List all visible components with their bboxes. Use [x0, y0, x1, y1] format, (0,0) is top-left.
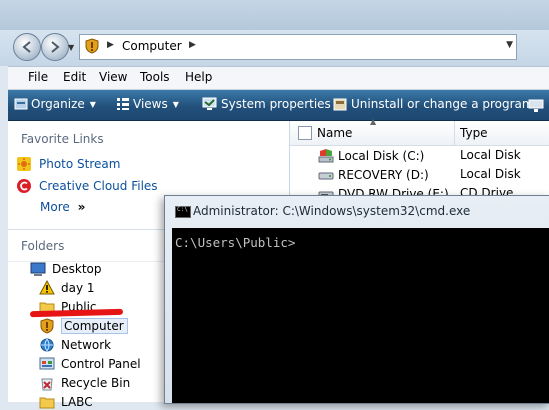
control-panel-icon	[39, 357, 55, 370]
favorite-link-photo-stream[interactable]: Photo Stream	[16, 156, 120, 172]
organize-label: Organize	[31, 97, 85, 111]
file-row-local-disk-c[interactable]: Local Disk (C:)	[318, 148, 424, 164]
menu-help[interactable]: Help	[185, 70, 212, 84]
column-separator[interactable]	[454, 121, 455, 145]
views-button[interactable]: Views ▼	[116, 97, 179, 115]
file-name-recovery-d: RECOVERY (D:)	[338, 168, 429, 182]
tree-label-network: Network	[61, 338, 112, 352]
desktop-icon	[30, 262, 46, 276]
menu-tools[interactable]: Tools	[140, 70, 170, 84]
cmd-window[interactable]: Administrator: C:\Windows\system32\cmd.e…	[164, 195, 549, 404]
column-header-name[interactable]: Name	[317, 126, 352, 140]
computer-shield-icon	[85, 38, 99, 54]
file-type: Local Disk	[460, 167, 521, 181]
tree-item-recycle-bin[interactable]: Recycle Bin	[39, 375, 130, 391]
file-name-local-disk-c: Local Disk (C:)	[338, 149, 425, 163]
menu-bar: File Edit View Tools Help	[8, 66, 549, 90]
views-chevron-icon: ▼	[172, 100, 179, 109]
tree-item-day-1[interactable]: day 1	[39, 280, 95, 296]
more-links[interactable]: More »	[40, 200, 85, 214]
more-chevron-icon: »	[77, 200, 86, 214]
views-icon	[117, 98, 129, 110]
photo-stream-label: Photo Stream	[39, 157, 121, 171]
menu-edit[interactable]: Edit	[63, 70, 86, 84]
favorite-links-header: Favorite Links	[21, 132, 104, 146]
tree-label-labc: LABC	[61, 395, 93, 409]
tree-item-network[interactable]: Network	[39, 337, 111, 353]
tree-item-control-panel[interactable]: Control Panel	[39, 356, 141, 372]
tree-label-day-1: day 1	[61, 281, 95, 295]
creative-cloud-icon	[17, 179, 31, 193]
command-prompt-icon[interactable]	[175, 206, 191, 218]
folder-icon	[39, 397, 55, 409]
more-label: More	[40, 200, 70, 214]
address-dropdown-icon[interactable]: ▼	[506, 40, 513, 50]
uninstall-program-icon	[333, 98, 347, 111]
file-type: Local Disk	[460, 148, 521, 162]
warning-icon	[39, 280, 55, 295]
tree-label-recycle-bin: Recycle Bin	[61, 376, 131, 390]
computer-shield-icon	[40, 318, 54, 334]
tree-label-control-panel: Control Panel	[61, 357, 141, 371]
explorer-title-bar	[0, 0, 549, 30]
organize-button[interactable]: Organize ▼	[14, 97, 96, 115]
uninstall-program-label: Uninstall or change a program	[351, 97, 534, 111]
column-header-row: ▲ Name Type	[290, 117, 549, 146]
column-header-type[interactable]: Type	[460, 126, 488, 140]
breadcrumb-separator-icon[interactable]: ▶	[107, 40, 114, 50]
recent-pages-chevron-icon[interactable]: ▼	[68, 43, 74, 52]
back-arrow-icon	[22, 41, 31, 53]
views-label: Views	[133, 97, 168, 111]
console-area[interactable]: C:\Users\Public>	[172, 228, 549, 403]
tree-item-desktop[interactable]: Desktop	[30, 261, 102, 277]
menu-file[interactable]: File	[28, 70, 48, 84]
breadcrumb-computer[interactable]: Computer	[122, 39, 182, 53]
back-button[interactable]	[13, 33, 41, 61]
command-toolbar: Organize ▼ Views ▼ System properties Unins…	[8, 90, 549, 121]
address-bar[interactable]: ▶ Computer ▶ ▼	[79, 34, 517, 60]
sort-ascending-icon: ▲	[370, 117, 377, 126]
recycle-bin-icon	[41, 378, 53, 391]
tree-item-computer[interactable]: Computer	[39, 318, 128, 334]
cmd-window-title: Administrator: C:\Windows\system32\cmd.e…	[193, 204, 471, 218]
favorite-link-creative-cloud[interactable]: Creative Cloud Files	[16, 178, 158, 194]
forward-button[interactable]	[41, 33, 69, 61]
uninstall-program-button[interactable]: Uninstall or change a program	[332, 97, 534, 115]
organize-icon	[14, 98, 28, 110]
system-properties-button[interactable]: System properties	[202, 97, 331, 115]
breadcrumb-separator-icon[interactable]: ▶	[189, 40, 196, 50]
local-disk-icon	[318, 149, 334, 163]
drive-icon	[318, 172, 334, 180]
system-properties-label: System properties	[221, 97, 331, 111]
system-properties-icon	[202, 97, 217, 110]
select-all-checkbox[interactable]	[298, 126, 312, 140]
tree-label-computer: Computer	[61, 318, 128, 334]
menu-view[interactable]: View	[99, 70, 127, 84]
folders-header[interactable]: Folders	[21, 239, 64, 253]
address-row: ▼ ▶ Computer ▶ ▼	[0, 30, 549, 81]
creative-cloud-label: Creative Cloud Files	[39, 179, 158, 193]
photo-stream-icon	[17, 157, 31, 171]
map-network-drive-icon[interactable]	[528, 97, 546, 113]
tree-item-labc[interactable]: LABC	[39, 394, 93, 410]
organize-chevron-icon: ▼	[89, 100, 96, 109]
network-icon	[40, 338, 54, 352]
console-prompt-line: C:\Users\Public>	[175, 235, 296, 250]
forward-arrow-icon	[51, 41, 60, 53]
tree-label-desktop: Desktop	[52, 262, 102, 276]
file-row-recovery-d[interactable]: RECOVERY (D:)	[318, 167, 429, 183]
